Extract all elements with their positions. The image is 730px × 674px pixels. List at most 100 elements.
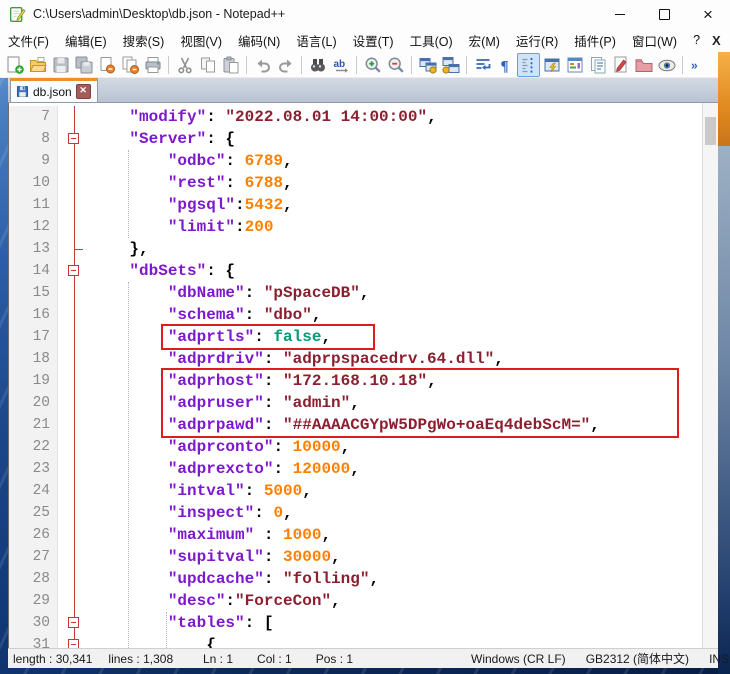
word-wrap-button[interactable] xyxy=(471,53,494,77)
line-number[interactable]: 24 xyxy=(9,480,58,502)
fold-margin[interactable] xyxy=(58,502,91,524)
shortcut-mapper-button[interactable] xyxy=(540,53,563,77)
redo-button[interactable] xyxy=(274,53,297,77)
copy-button[interactable] xyxy=(196,53,219,77)
menu-item[interactable]: 宏(M) xyxy=(461,28,508,53)
fold-margin[interactable] xyxy=(58,612,91,634)
line-number[interactable]: 23 xyxy=(9,458,58,480)
line-number[interactable]: 26 xyxy=(9,524,58,546)
save-button[interactable] xyxy=(49,53,72,77)
paste-button[interactable] xyxy=(219,53,242,77)
maximize-button[interactable] xyxy=(642,0,686,28)
fold-margin[interactable] xyxy=(58,106,91,128)
fold-margin[interactable] xyxy=(58,524,91,546)
line-number[interactable]: 30 xyxy=(9,612,58,634)
find-button[interactable] xyxy=(306,53,329,77)
undo-button[interactable] xyxy=(251,53,274,77)
line-number[interactable]: 8 xyxy=(9,128,58,150)
vertical-scrollbar[interactable] xyxy=(702,103,718,648)
line-number[interactable]: 7 xyxy=(9,106,58,128)
menubar-close-button[interactable]: X xyxy=(708,33,725,48)
tab-close-icon[interactable]: ✕ xyxy=(76,84,91,99)
zoom-out-button[interactable] xyxy=(384,53,407,77)
menu-item[interactable]: 搜索(S) xyxy=(115,28,173,53)
fold-margin[interactable] xyxy=(58,392,91,414)
fold-margin[interactable] xyxy=(58,370,91,392)
editor-area[interactable]: 7 "modify": "2022.08.01 14:00:00",8 "Ser… xyxy=(8,103,718,648)
sync-horizontal-button[interactable] xyxy=(439,53,462,77)
menu-item[interactable]: 文件(F) xyxy=(0,28,57,53)
monitoring-button[interactable] xyxy=(655,53,678,77)
save-all-button[interactable] xyxy=(72,53,95,77)
line-number[interactable]: 31 xyxy=(9,634,58,648)
new-file-button[interactable] xyxy=(3,53,26,77)
macro-record-button[interactable] xyxy=(609,53,632,77)
open-file-button[interactable] xyxy=(26,53,49,77)
line-number[interactable]: 27 xyxy=(9,546,58,568)
line-number[interactable]: 29 xyxy=(9,590,58,612)
menu-item[interactable]: 编码(N) xyxy=(230,28,288,53)
fold-margin[interactable] xyxy=(58,348,91,370)
fold-margin[interactable] xyxy=(58,238,91,260)
sync-vertical-button[interactable] xyxy=(416,53,439,77)
tab-db-json[interactable]: db.json ✕ xyxy=(10,78,98,102)
fold-margin[interactable] xyxy=(58,546,91,568)
line-number[interactable]: 11 xyxy=(9,194,58,216)
fold-margin[interactable] xyxy=(58,414,91,436)
menu-item[interactable]: 设置(T) xyxy=(345,28,402,53)
menu-item[interactable]: ? xyxy=(685,30,708,50)
folder-as-workspace-button[interactable] xyxy=(632,53,655,77)
close-button[interactable]: × xyxy=(686,0,730,28)
menu-item[interactable]: 插件(P) xyxy=(566,28,624,53)
fold-margin[interactable] xyxy=(58,128,91,150)
zoom-in-button[interactable] xyxy=(361,53,384,77)
menu-item[interactable]: 工具(O) xyxy=(402,28,461,53)
menu-item[interactable]: 视图(V) xyxy=(172,28,230,53)
fold-margin[interactable] xyxy=(58,436,91,458)
fold-margin[interactable] xyxy=(58,590,91,612)
line-number[interactable]: 12 xyxy=(9,216,58,238)
fold-margin[interactable] xyxy=(58,260,91,282)
line-number[interactable]: 13 xyxy=(9,238,58,260)
replace-button[interactable]: ab xyxy=(329,53,352,77)
line-number[interactable]: 21 xyxy=(9,414,58,436)
line-number[interactable]: 22 xyxy=(9,436,58,458)
fold-collapse-icon[interactable] xyxy=(68,617,79,628)
menu-item[interactable]: 运行(R) xyxy=(508,28,566,53)
fold-margin[interactable] xyxy=(58,480,91,502)
fold-collapse-icon[interactable] xyxy=(68,265,79,276)
line-number[interactable]: 19 xyxy=(9,370,58,392)
document-list-button[interactable] xyxy=(586,53,609,77)
menu-item[interactable]: 编辑(E) xyxy=(57,28,115,53)
fold-margin[interactable] xyxy=(58,634,91,648)
line-number[interactable]: 17 xyxy=(9,326,58,348)
close-all-button[interactable] xyxy=(118,53,141,77)
cut-button[interactable] xyxy=(173,53,196,77)
menu-item[interactable]: 语言(L) xyxy=(288,28,344,53)
toolbar-overflow-button[interactable]: » xyxy=(687,53,710,77)
minimize-button[interactable] xyxy=(598,0,642,28)
print-button[interactable] xyxy=(141,53,164,77)
show-indent-guide-button[interactable] xyxy=(517,53,540,77)
fold-margin[interactable] xyxy=(58,326,91,348)
scrollbar-thumb[interactable] xyxy=(705,117,716,145)
line-number[interactable]: 9 xyxy=(9,150,58,172)
line-number[interactable]: 14 xyxy=(9,260,58,282)
fold-margin[interactable] xyxy=(58,172,91,194)
line-number[interactable]: 20 xyxy=(9,392,58,414)
line-number[interactable]: 25 xyxy=(9,502,58,524)
menu-item[interactable]: 窗口(W) xyxy=(624,28,685,53)
fold-margin[interactable] xyxy=(58,282,91,304)
fold-collapse-icon[interactable] xyxy=(68,133,79,144)
document-map-button[interactable] xyxy=(563,53,586,77)
line-number[interactable]: 16 xyxy=(9,304,58,326)
fold-margin[interactable] xyxy=(58,150,91,172)
close-button[interactable] xyxy=(95,53,118,77)
fold-margin[interactable] xyxy=(58,194,91,216)
fold-margin[interactable] xyxy=(58,568,91,590)
line-number[interactable]: 18 xyxy=(9,348,58,370)
fold-margin[interactable] xyxy=(58,216,91,238)
line-number[interactable]: 15 xyxy=(9,282,58,304)
line-number[interactable]: 28 xyxy=(9,568,58,590)
show-all-characters-button[interactable]: ¶ xyxy=(494,53,517,77)
